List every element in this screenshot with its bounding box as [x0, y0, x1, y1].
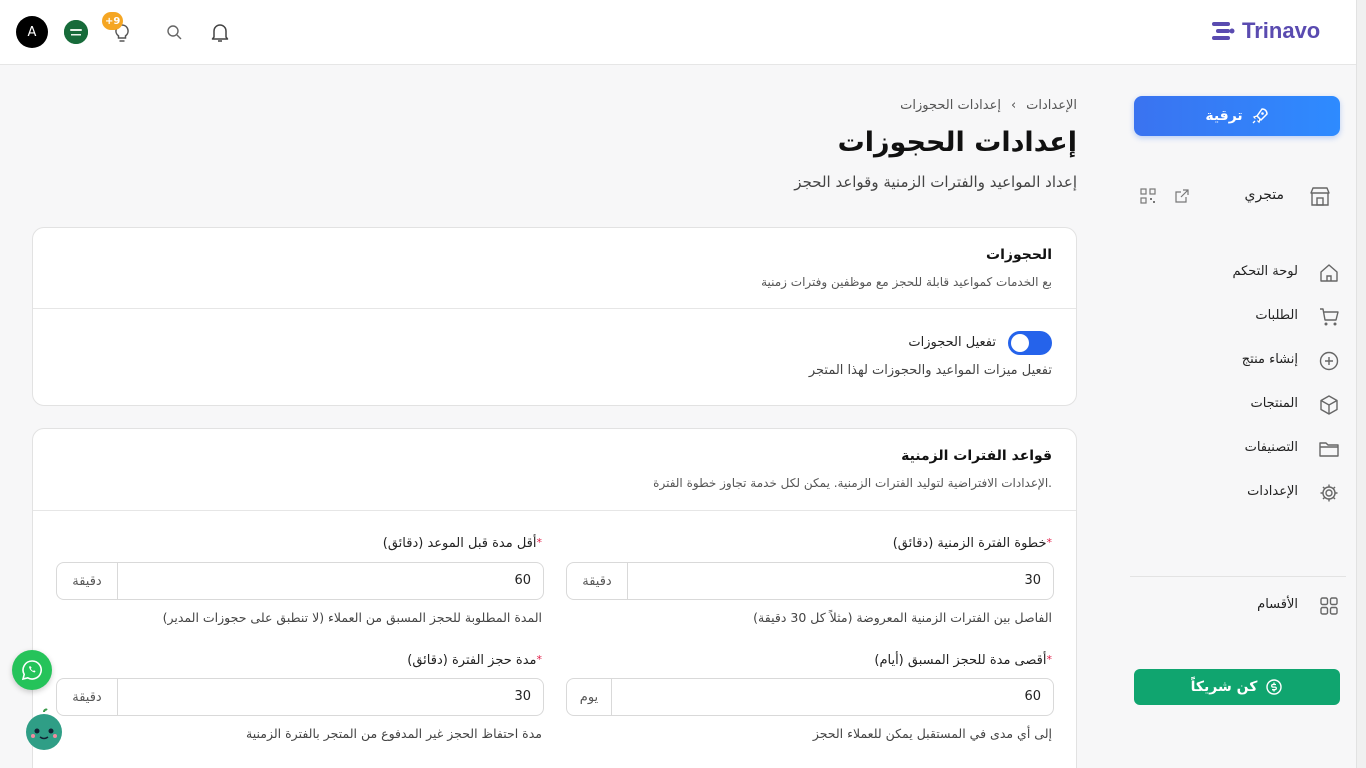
chat-bot-mascot-icon[interactable] [24, 708, 64, 750]
main-content: الإعدادات › إعدادات الحجوزات إعدادات الح… [32, 65, 1077, 768]
required-mark: * [1046, 536, 1053, 549]
whatsapp-icon [21, 659, 43, 681]
sidebar-divider [1130, 576, 1346, 577]
sidebar-item-label: الطلبات [1255, 308, 1298, 323]
unit-addon: دقيقة [57, 563, 118, 599]
sidebar-item-sections[interactable]: الأقسام [1120, 590, 1356, 622]
grid-icon [1318, 595, 1340, 617]
qr-code-icon[interactable] [1140, 188, 1156, 204]
upgrade-button[interactable]: ترقية [1134, 96, 1340, 136]
card-title: الحجوزات [986, 247, 1052, 263]
home-icon [1318, 262, 1340, 284]
gear-icon [1318, 482, 1340, 504]
sidebar-item-products[interactable]: المنتجات [1120, 389, 1356, 421]
saudi-flag-icon[interactable] [64, 20, 88, 44]
toggle-knob [1011, 334, 1029, 352]
toggle-label: تفعيل الحجوزات [908, 335, 996, 350]
min-lead-input[interactable]: 60 دقيقة [56, 562, 544, 600]
input-value: 60 [1024, 689, 1041, 704]
dollar-circle-icon [1265, 678, 1283, 696]
external-link-icon[interactable] [1174, 188, 1190, 204]
sidebar-item-settings[interactable]: الإعدادات [1120, 477, 1356, 509]
enable-bookings-toggle[interactable] [1008, 331, 1052, 355]
bell-icon[interactable] [208, 20, 232, 44]
required-mark: * [1046, 653, 1053, 666]
sidebar-item-dashboard[interactable]: لوحة التحكم [1120, 257, 1356, 289]
upgrade-label: ترقية [1205, 108, 1243, 124]
unit-addon: يوم [567, 679, 612, 715]
page-subtitle: إعداد المواعيد والفترات الزمنية وقواعد ا… [794, 173, 1077, 191]
card-subtitle: الإعدادات الافتراضية لتوليد الفترات الزم… [653, 476, 1052, 490]
box-icon [1318, 394, 1340, 416]
store-label: متجري [1244, 187, 1284, 203]
sidebar-item-label: لوحة التحكم [1232, 264, 1298, 279]
top-bar: Trinavo A +9 [0, 0, 1356, 65]
chevron-icon: › [1010, 98, 1017, 113]
sidebar-item-label: المنتجات [1250, 396, 1298, 411]
page-title: إعدادات الحجوزات [837, 127, 1077, 158]
slot-step-help: الفاصل بين الفترات الزمنية المعروضة (مثل… [753, 610, 1052, 625]
logo-text: Trinavo [1242, 18, 1321, 43]
min-lead-help: المدة المطلوبة للحجز المسبق من العملاء (… [162, 610, 542, 625]
page-scrollbar[interactable] [1356, 0, 1366, 768]
hold-duration-help: مدة احتفاظ الحجز غير المدفوع من المتجر ب… [246, 726, 542, 741]
logo[interactable]: Trinavo [1210, 18, 1320, 44]
unit-addon: دقيقة [57, 679, 118, 715]
unit-addon: دقيقة [567, 563, 628, 599]
breadcrumb-current: إعدادات الحجوزات [900, 98, 1001, 113]
breadcrumb: الإعدادات › إعدادات الحجوزات [900, 98, 1077, 113]
become-partner-button[interactable]: كن شريكاً [1134, 669, 1340, 705]
avatar[interactable]: A [16, 16, 48, 48]
input-value: 30 [514, 689, 531, 704]
sidebar-item-label: التصنيفات [1244, 440, 1298, 455]
trinavo-logo-icon [1210, 19, 1236, 43]
sidebar-item-orders[interactable]: الطلبات [1120, 301, 1356, 333]
max-advance-label: أقصى مدة للحجز المسبق (أيام)* [874, 653, 1052, 668]
min-lead-label: أقل مدة قبل الموعد (دقائق)* [382, 536, 543, 551]
notification-count-badge: +9 [102, 12, 124, 30]
bookings-card: الحجوزات بع الخدمات كمواعيد قابلة للحجز … [32, 227, 1077, 406]
card-title: قواعد الفترات الزمنية [901, 448, 1052, 464]
cart-icon [1318, 306, 1340, 328]
sidebar-item-label: الإعدادات [1247, 484, 1298, 499]
slot-step-input[interactable]: 30 دقيقة [566, 562, 1054, 600]
sidebar-item-label: الأقسام [1257, 597, 1298, 612]
max-advance-input[interactable]: 60 يوم [566, 678, 1054, 716]
toggle-description: تفعيل ميزات المواعيد والحجوزات لهذا المت… [808, 363, 1052, 378]
sidebar-item-create-product[interactable]: إنشاء منتج [1120, 345, 1356, 377]
input-value: 60 [514, 573, 531, 588]
slot-rules-card: قواعد الفترات الزمنية الإعدادات الافتراض… [32, 428, 1077, 768]
hold-duration-input[interactable]: 30 دقيقة [56, 678, 544, 716]
card-divider [33, 308, 1076, 309]
store-icon [1308, 185, 1332, 207]
whatsapp-button[interactable] [12, 650, 52, 690]
search-icon[interactable] [164, 22, 184, 42]
sidebar-item-categories[interactable]: التصنيفات [1120, 433, 1356, 465]
card-divider [33, 510, 1076, 511]
store-row[interactable]: متجري [1120, 181, 1356, 211]
required-mark: * [536, 653, 543, 666]
input-value: 30 [1024, 573, 1041, 588]
slot-step-label: خطوة الفترة الزمنية (دقائق)* [892, 536, 1053, 551]
max-advance-help: إلى أي مدى في المستقبل يمكن للعملاء الحج… [812, 726, 1052, 741]
required-mark: * [536, 536, 543, 549]
sidebar-item-label: إنشاء منتج [1241, 352, 1298, 367]
card-subtitle: بع الخدمات كمواعيد قابلة للحجز مع موظفين… [761, 275, 1052, 289]
sidebar: ترقية متجري لوحة التحكم الطلبات إنشاء من… [1120, 65, 1356, 768]
breadcrumb-root[interactable]: الإعدادات [1026, 98, 1077, 113]
hold-duration-label: مدة حجز الفترة (دقائق)* [407, 653, 542, 668]
plus-circle-icon [1318, 350, 1340, 372]
partner-label: كن شريكاً [1190, 679, 1258, 695]
folder-icon [1318, 438, 1340, 460]
rocket-icon [1251, 107, 1269, 125]
